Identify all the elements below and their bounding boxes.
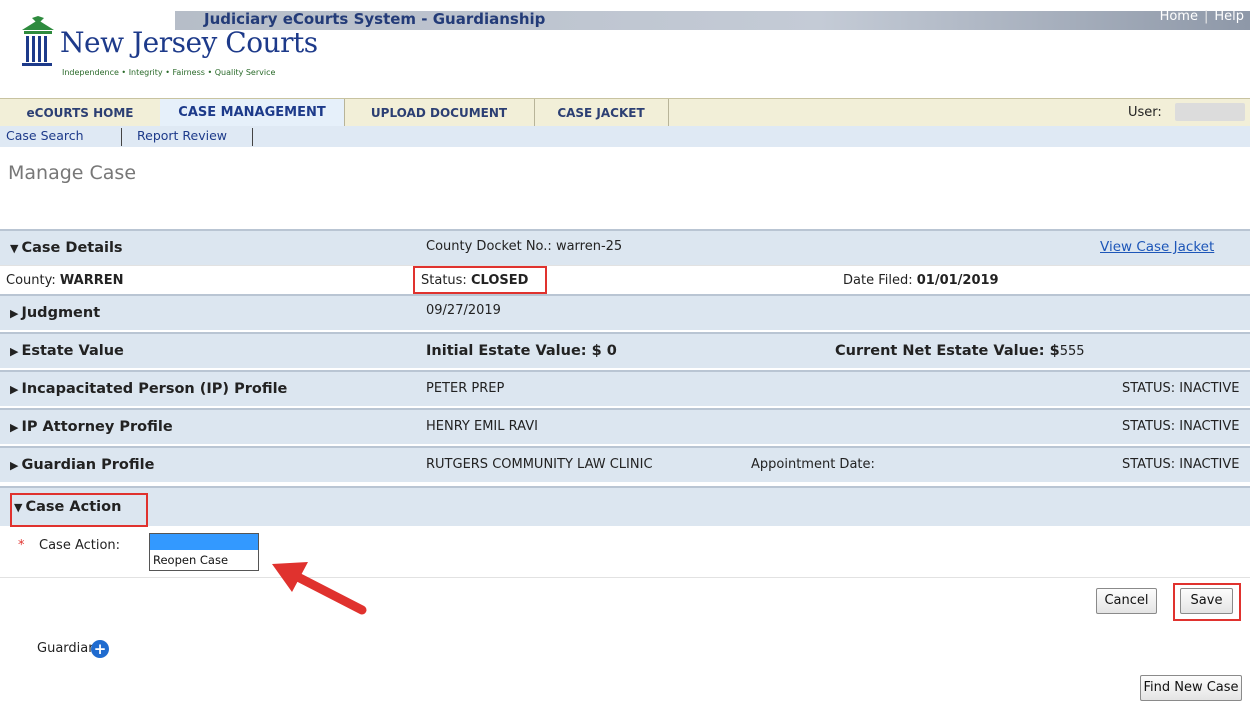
case-action-row[interactable]: ▼ Case Action	[0, 486, 1250, 526]
brand-name: New Jersey Courts	[60, 26, 318, 59]
current-estate-value: 555	[1059, 344, 1085, 359]
judgment-date: 09/27/2019	[426, 303, 501, 318]
subnav-case-search[interactable]: Case Search	[6, 128, 84, 143]
home-link[interactable]: Home	[1160, 9, 1198, 24]
tab-ecourts-home[interactable]: eCOURTS HOME	[0, 99, 161, 127]
guardian-label: Guardian	[37, 641, 97, 656]
initial-estate-value: Initial Estate Value: $ 0	[426, 343, 617, 359]
case-info-row: County: WARREN Status: CLOSED Date Filed…	[0, 265, 1250, 294]
user-label: User:	[1128, 105, 1162, 120]
option-reopen-case[interactable]: Reopen Case	[153, 553, 228, 567]
ip-attorney-name: HENRY EMIL RAVI	[426, 419, 538, 434]
estate-value-toggle[interactable]: ▶ Estate Value	[10, 343, 124, 359]
subnav-report-review[interactable]: Report Review	[137, 128, 227, 143]
guardian-name: RUTGERS COMMUNITY LAW CLINIC	[426, 457, 653, 472]
guardian-profile-label: Guardian Profile	[21, 457, 155, 473]
case-action-select[interactable]: Reopen Case	[149, 533, 259, 571]
case-details-row[interactable]: ▼ Case Details County Docket No.: warren-…	[0, 229, 1250, 265]
brand-tagline: Independence • Integrity • Fairness • Qu…	[62, 68, 276, 77]
current-estate-label: Current Net Estate Value: $	[835, 343, 1060, 359]
case-action-selected-option[interactable]	[150, 534, 258, 550]
main-nav: eCOURTS HOME CASE MANAGEMENT UPLOAD DOCU…	[0, 98, 1250, 128]
date-filed: Date Filed: 01/01/2019	[843, 273, 999, 288]
page-title: Manage Case	[8, 162, 137, 184]
caret-right-icon: ▶	[10, 307, 19, 320]
ip-attorney-label: IP Attorney Profile	[21, 419, 173, 435]
add-guardian-plus-icon[interactable]: +	[91, 640, 109, 658]
subnav-separator	[121, 128, 122, 146]
date-filed-label: Date Filed:	[843, 273, 913, 288]
current-net-estate-value: Current Net Estate Value: $555	[835, 343, 1085, 359]
appointment-date-label: Appointment Date:	[751, 457, 875, 472]
ip-profile-row[interactable]: ▶ Incapacitated Person (IP) Profile PETER…	[0, 370, 1250, 406]
ip-attorney-status: STATUS: INACTIVE	[1122, 419, 1240, 434]
caret-down-icon: ▼	[10, 242, 19, 255]
ip-attorney-row[interactable]: ▶ IP Attorney Profile HENRY EMIL RAVI STA…	[0, 408, 1250, 444]
case-action-highlight	[10, 493, 148, 527]
user-name-redacted	[1175, 103, 1245, 121]
case-details-toggle[interactable]: ▼ Case Details	[10, 240, 123, 256]
ip-profile-toggle[interactable]: ▶ Incapacitated Person (IP) Profile	[10, 381, 287, 397]
guardian-profile-toggle[interactable]: ▶ Guardian Profile	[10, 457, 154, 473]
sub-nav: Case Search Report Review	[0, 126, 1250, 147]
view-case-jacket-link[interactable]: View Case Jacket	[1100, 239, 1214, 255]
status-highlight	[413, 266, 547, 294]
judgment-label: Judgment	[21, 305, 101, 321]
annotation-arrow-icon	[272, 562, 367, 615]
find-new-case-button[interactable]: Find New Case	[1140, 675, 1242, 701]
docket-label: County Docket No.:	[426, 239, 552, 254]
tab-upload-document[interactable]: UPLOAD DOCUMENT	[344, 99, 535, 127]
app-header: Judiciary eCourts System - Guardianship …	[0, 0, 1250, 77]
cancel-button[interactable]: Cancel	[1096, 588, 1157, 614]
top-links: Home | Help	[1160, 9, 1244, 24]
ip-name: PETER PREP	[426, 381, 505, 396]
subnav-separator	[252, 128, 253, 146]
caret-right-icon: ▶	[10, 421, 19, 434]
date-filed-value: 01/01/2019	[916, 273, 999, 288]
required-marker: *	[18, 538, 25, 553]
save-highlight	[1173, 583, 1241, 621]
judgment-toggle[interactable]: ▶ Judgment	[10, 305, 100, 321]
estate-value-row[interactable]: ▶ Estate Value Initial Estate Value: $ 0 …	[0, 332, 1250, 368]
county: County: WARREN	[6, 273, 123, 288]
caret-right-icon: ▶	[10, 345, 19, 358]
county-value: WARREN	[59, 273, 124, 288]
ip-status: STATUS: INACTIVE	[1122, 381, 1240, 396]
caret-right-icon: ▶	[10, 459, 19, 472]
ip-profile-label: Incapacitated Person (IP) Profile	[21, 381, 288, 397]
divider	[0, 577, 1250, 578]
county-label: County:	[6, 273, 56, 288]
tab-case-jacket[interactable]: CASE JACKET	[534, 99, 669, 127]
case-action-field-label: Case Action:	[39, 538, 121, 553]
ip-attorney-toggle[interactable]: ▶ IP Attorney Profile	[10, 419, 173, 435]
guardian-status: STATUS: INACTIVE	[1122, 457, 1240, 472]
guardian-profile-row[interactable]: ▶ Guardian Profile RUTGERS COMMUNITY LAW …	[0, 446, 1250, 482]
estate-value-label: Estate Value	[21, 343, 124, 359]
help-link[interactable]: Help	[1214, 9, 1244, 24]
judgment-row[interactable]: ▶ Judgment 09/27/2019	[0, 294, 1250, 330]
case-details-label: Case Details	[21, 240, 123, 256]
caret-right-icon: ▶	[10, 383, 19, 396]
docket-value: warren-25	[555, 239, 623, 254]
docket-number: County Docket No.: warren-25	[426, 239, 622, 254]
courts-logo-icon	[22, 16, 54, 66]
link-separator: |	[1203, 9, 1209, 24]
tab-case-management[interactable]: CASE MANAGEMENT	[160, 99, 345, 127]
